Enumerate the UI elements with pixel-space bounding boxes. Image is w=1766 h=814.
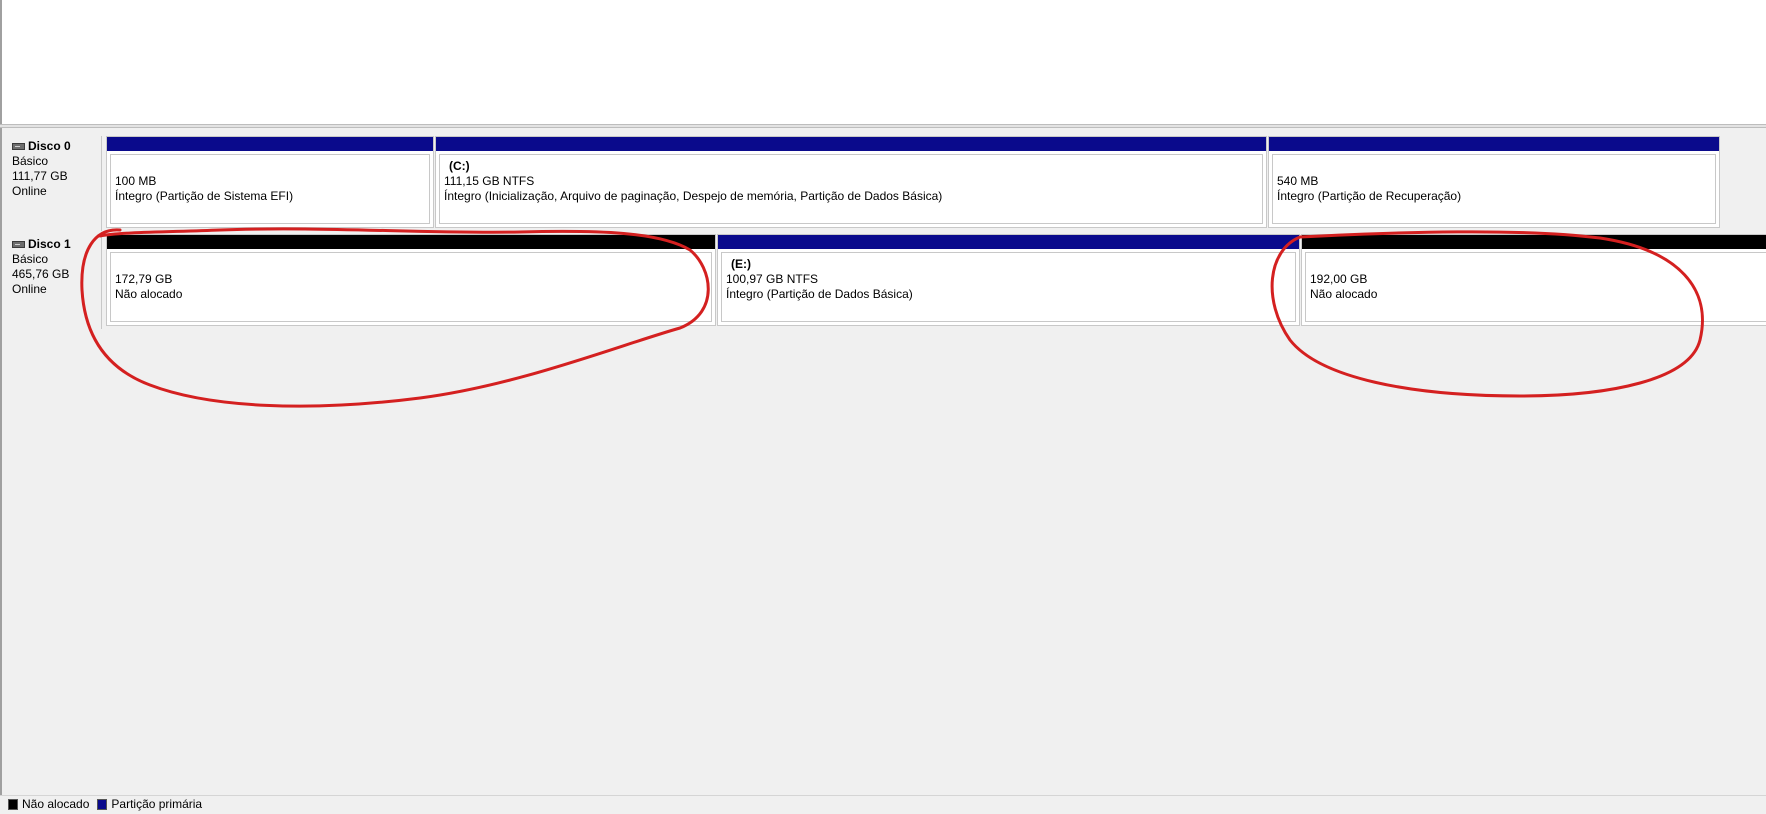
partition-size: 540 MB	[1277, 174, 1319, 188]
volume-list-pane[interactable]	[0, 0, 1766, 124]
partition-bar	[718, 235, 1299, 249]
disk-status: Online	[12, 282, 47, 296]
partition-status: Íntegro (Partição de Sistema EFI)	[115, 189, 294, 203]
disk-name: Disco 0	[28, 139, 71, 153]
legend: Não alocado Partição primária	[8, 797, 210, 811]
partition-unallocated-1[interactable]: 172,79 GB Não alocado	[106, 234, 716, 326]
partition-bar	[107, 137, 433, 151]
partition-bar	[107, 235, 715, 249]
partition-label: (C:)	[449, 159, 470, 173]
disk-name: Disco 1	[28, 237, 71, 251]
disk-info-1[interactable]: Disco 1 Básico 465,76 GB Online	[2, 234, 102, 329]
disk-status: Online	[12, 184, 47, 198]
primary-partition-swatch-icon	[97, 798, 108, 810]
partition-status: Não alocado	[1310, 287, 1378, 301]
disk-type: Básico	[12, 154, 49, 168]
legend-item-primary: Partição primária	[97, 797, 202, 811]
partition-size: 172,79 GB	[115, 272, 173, 286]
disk-drive-icon	[12, 143, 25, 150]
partition-efi[interactable]: 100 MB Íntegro (Partição de Sistema EFI)	[106, 136, 434, 228]
disk-size: 111,77 GB	[12, 169, 68, 183]
partition-status: Íntegro (Partição de Recuperação)	[1277, 189, 1462, 203]
partition-size: 100,97 GB NTFS	[726, 272, 819, 286]
disk-row-0: Disco 0 Básico 111,77 GB Online 100 MB Í…	[2, 136, 1766, 233]
legend-label: Não alocado	[22, 797, 90, 811]
disk-info-0[interactable]: Disco 0 Básico 111,77 GB Online	[2, 136, 102, 231]
partition-bar	[1302, 235, 1766, 249]
disk-drive-icon	[12, 241, 25, 248]
partition-size: 111,15 GB NTFS	[444, 174, 535, 188]
disk-size: 465,76 GB	[12, 267, 70, 281]
partition-label: (E:)	[731, 257, 751, 271]
legend-label: Partição primária	[111, 797, 203, 811]
disk-type: Básico	[12, 252, 49, 266]
unallocated-swatch-icon	[8, 798, 18, 810]
partition-c[interactable]: (C:) 111,15 GB NTFS Íntegro (Inicializaç…	[435, 136, 1267, 228]
disk-row-1: Disco 1 Básico 465,76 GB Online 172,79 G…	[2, 234, 1766, 331]
partition-status: Íntegro (Partição de Dados Básica)	[726, 287, 913, 301]
partition-size: 100 MB	[115, 174, 157, 188]
partition-status: Não alocado	[115, 287, 183, 301]
partition-size: 192,00 GB	[1310, 272, 1368, 286]
partition-bar	[436, 137, 1266, 151]
legend-item-unallocated: Não alocado	[8, 797, 89, 811]
partition-status: Íntegro (Inicialização, Arquivo de pagin…	[444, 189, 943, 203]
partition-e[interactable]: (E:) 100,97 GB NTFS Íntegro (Partição de…	[717, 234, 1300, 326]
status-bar	[0, 795, 1766, 814]
partition-unallocated-2[interactable]: 192,00 GB Não alocado	[1301, 234, 1766, 326]
partition-bar	[1269, 137, 1719, 151]
partition-recovery[interactable]: 540 MB Íntegro (Partição de Recuperação)	[1268, 136, 1720, 228]
